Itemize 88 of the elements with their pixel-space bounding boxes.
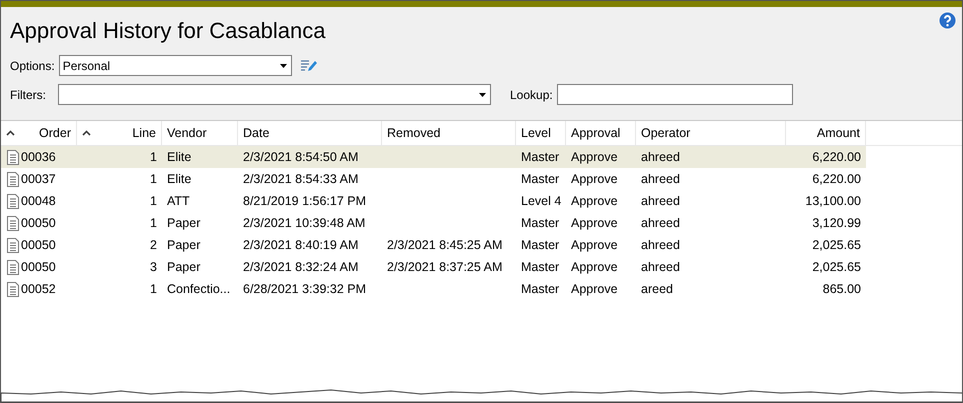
table-cell: 1: [150, 282, 157, 296]
dropdown-arrow-icon: [280, 64, 287, 68]
lookup-label: Lookup:: [510, 88, 553, 102]
table-cell: 2: [150, 238, 157, 252]
table-cell: ahreed: [641, 260, 680, 274]
table-cell: Master: [521, 172, 560, 186]
table-cell: 13,100.00: [805, 194, 861, 208]
table-cell: Approve: [571, 194, 618, 208]
table-cell: 1: [150, 194, 157, 208]
table-cell: Confectio...: [167, 282, 230, 296]
table-cell: 6/28/2021 3:39:32 PM: [243, 282, 366, 296]
help-icon[interactable]: [939, 12, 956, 29]
column-header[interactable]: Date: [238, 121, 382, 145]
column-header[interactable]: Line: [77, 121, 162, 145]
options-label: Options:: [10, 58, 55, 72]
document-icon: [7, 194, 19, 208]
table-cell: 00052: [21, 282, 56, 296]
table-cell: Approve: [571, 150, 618, 164]
table-cell: Elite: [167, 172, 192, 186]
table-cell: Master: [521, 150, 560, 164]
table-cell: 00050: [21, 260, 56, 274]
table-cell: 2/3/2021 8:45:25 AM: [387, 238, 502, 252]
sort-caret-icon: [82, 130, 91, 136]
table-cell: 2/3/2021 10:39:48 AM: [243, 216, 366, 230]
table-cell: 2/3/2021 8:37:25 AM: [387, 260, 502, 274]
table-cell: 2,025.65: [812, 238, 861, 252]
table-cell: 865.00: [822, 282, 861, 296]
column-header[interactable]: Operator: [636, 121, 786, 145]
table-cell: ahreed: [641, 172, 680, 186]
table-cell: Master: [521, 282, 560, 296]
edit-list-icon[interactable]: [300, 58, 318, 72]
table-cell: Paper: [167, 216, 200, 230]
table-cell: 00037: [21, 172, 56, 186]
table-cell: 8/21/2019 1:56:17 PM: [243, 194, 366, 208]
table-cell: ahreed: [641, 216, 680, 230]
table-cell: 3: [150, 260, 157, 274]
table-cell: ahreed: [641, 150, 680, 164]
filters-label: Filters:: [10, 88, 46, 102]
table-cell: Approve: [571, 172, 618, 186]
filters-dropdown[interactable]: [58, 84, 491, 105]
table-cell: Approve: [571, 216, 618, 230]
column-header[interactable]: Removed: [382, 121, 516, 145]
table-cell: 6,220.00: [812, 150, 861, 164]
table-cell: 00050: [21, 216, 56, 230]
table-cell: 6,220.00: [812, 172, 861, 186]
table-cell: Elite: [167, 150, 192, 164]
table-cell: Approve: [571, 238, 618, 252]
document-icon: [7, 172, 19, 186]
column-header[interactable]: Order: [1, 121, 77, 145]
table-cell: 00036: [21, 150, 56, 164]
table-cell: Master: [521, 238, 560, 252]
page-title: Approval History for Casablanca: [10, 17, 326, 45]
table-cell: 3,120.99: [812, 216, 861, 230]
column-header[interactable]: Approval: [566, 121, 636, 145]
table-cell: 2/3/2021 8:32:24 AM: [243, 260, 358, 274]
table-cell: 1: [150, 150, 157, 164]
table-cell: 00050: [21, 238, 56, 252]
column-header[interactable]: Vendor: [162, 121, 238, 145]
table-cell: Master: [521, 260, 560, 274]
table-cell: areed: [641, 282, 673, 296]
document-icon: [7, 282, 19, 296]
table-cell: Approve: [571, 260, 618, 274]
table-cell: 2/3/2021 8:54:33 AM: [243, 172, 358, 186]
table-cell: ahreed: [641, 238, 680, 252]
table-cell: Level 4: [521, 194, 562, 208]
document-icon: [7, 238, 19, 252]
table-cell: ATT: [167, 194, 190, 208]
table-cell: 2,025.65: [812, 260, 861, 274]
table-cell: Paper: [167, 260, 200, 274]
table-cell: 00048: [21, 194, 56, 208]
table-cell: 1: [150, 216, 157, 230]
sort-caret-icon: [6, 130, 15, 136]
document-icon: [7, 216, 19, 230]
table-cell: Master: [521, 216, 560, 230]
options-dropdown[interactable]: Personal: [58, 55, 292, 76]
lookup-field[interactable]: [556, 84, 793, 105]
table-cell: Paper: [167, 238, 200, 252]
table-cell: ahreed: [641, 194, 680, 208]
document-icon: [7, 260, 19, 274]
table-row[interactable]: 00036 1 Elite 2/3/2021 8:54:50 AM Master Approve ahreed 6,220.00: [1, 146, 866, 168]
table-cell: 2/3/2021 8:54:50 AM: [243, 150, 358, 164]
table-cell: Approve: [571, 282, 618, 296]
column-header[interactable]: Amount: [786, 121, 866, 145]
table-cell: 2/3/2021 8:40:19 AM: [243, 238, 358, 252]
column-header[interactable]: Level: [516, 121, 566, 145]
document-icon: [7, 150, 19, 164]
dropdown-arrow-icon: [479, 92, 486, 96]
table-cell: 1: [150, 172, 157, 186]
